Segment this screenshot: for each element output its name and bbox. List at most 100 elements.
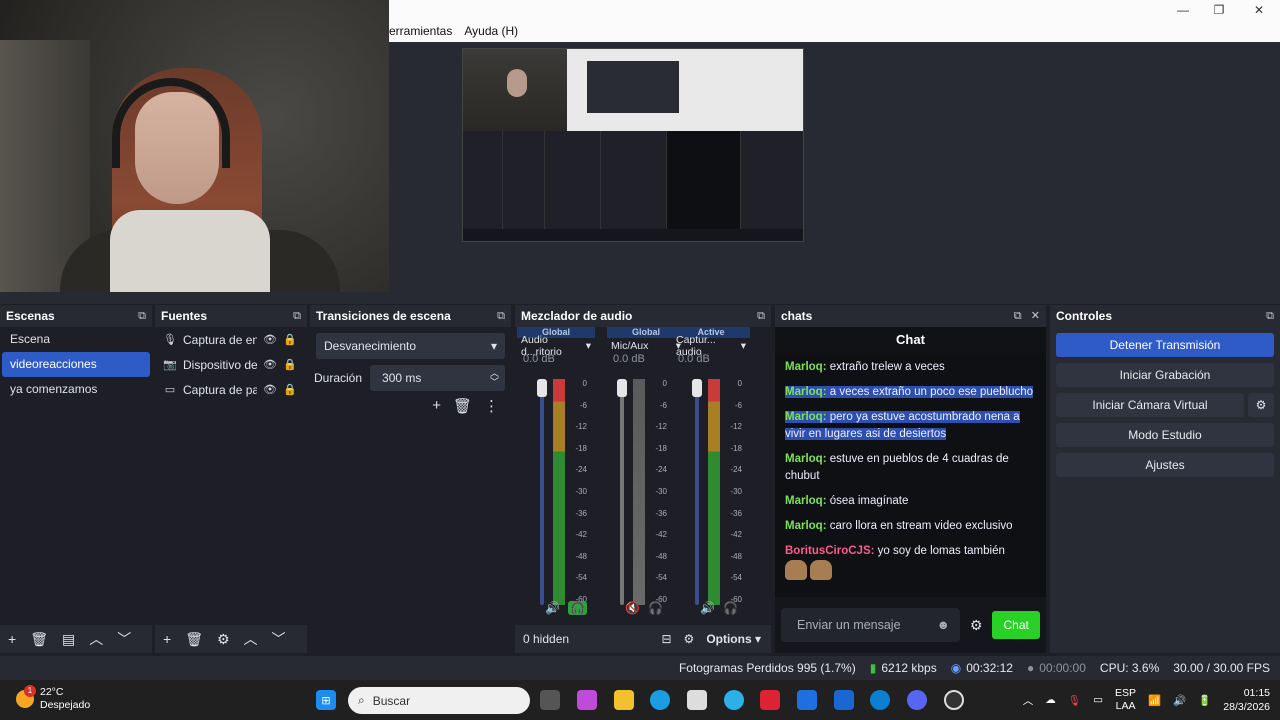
- filter-icon[interactable]: ▤: [62, 631, 75, 648]
- source-item[interactable]: 📷 Dispositivo de 👁 🔒: [155, 352, 307, 377]
- layout-icon[interactable]: ⊟: [661, 632, 671, 646]
- undock-icon[interactable]: ⧉: [1014, 310, 1022, 322]
- scene-item[interactable]: Escena: [2, 327, 150, 352]
- volume-icon[interactable]: 🔊: [1173, 694, 1186, 707]
- volume-knob[interactable]: [537, 379, 547, 397]
- clock[interactable]: 01:15 28/3/2026: [1223, 686, 1270, 714]
- headphones-icon[interactable]: 🎧: [648, 601, 663, 615]
- wifi-icon[interactable]: 📶: [1148, 694, 1161, 707]
- volume-knob[interactable]: [692, 379, 702, 397]
- chat-username[interactable]: Marloq: [785, 411, 823, 423]
- volume-knob[interactable]: [617, 379, 627, 397]
- language-indicator[interactable]: ESP LAA: [1115, 687, 1136, 713]
- battery-icon[interactable]: ▭: [1093, 694, 1103, 706]
- chrome-icon[interactable]: [724, 690, 744, 710]
- mcafee-icon[interactable]: [760, 690, 780, 710]
- lock-icon[interactable]: 🔒: [283, 333, 297, 346]
- lock-icon[interactable]: 🔒: [283, 358, 297, 371]
- eye-icon[interactable]: 👁: [263, 358, 277, 371]
- copilot-icon[interactable]: [577, 690, 597, 710]
- gear-icon[interactable]: ⚙: [970, 617, 983, 634]
- scene-item[interactable]: ya comenzamos: [2, 377, 150, 402]
- chat-username[interactable]: Marloq: [785, 495, 823, 507]
- volume-slider[interactable]: [695, 379, 699, 605]
- hp-icon[interactable]: [870, 690, 890, 710]
- chat-username[interactable]: Marloq: [785, 453, 823, 465]
- undock-icon[interactable]: ⧉: [497, 310, 505, 323]
- lock-icon[interactable]: 🔒: [283, 383, 297, 396]
- emoji-icon[interactable]: ☻: [937, 618, 950, 632]
- move-down-icon[interactable]: ﹀: [117, 629, 131, 649]
- undock-icon[interactable]: ⧉: [1266, 310, 1274, 323]
- gear-icon[interactable]: ⚙: [1248, 393, 1274, 417]
- trash-icon[interactable]: 🗑: [453, 397, 472, 415]
- chat-username[interactable]: Marloq: [785, 386, 823, 398]
- chat-message-input[interactable]: Enviar un mensaje ☻: [781, 608, 960, 642]
- chevron-up-icon[interactable]: ︿: [1023, 693, 1034, 708]
- add-icon[interactable]: +: [432, 397, 441, 415]
- dropbox-icon[interactable]: [797, 690, 817, 710]
- minimize-button[interactable]: —: [1164, 0, 1202, 20]
- discord-icon[interactable]: [907, 690, 927, 710]
- store-icon[interactable]: [687, 690, 707, 710]
- undock-icon[interactable]: ⧉: [757, 310, 765, 323]
- windows-start-icon[interactable]: ⊞: [316, 690, 336, 710]
- speaker-icon[interactable]: 🔊: [700, 601, 715, 615]
- trash-icon[interactable]: 🗑: [30, 631, 48, 648]
- task-view-icon[interactable]: [540, 690, 560, 710]
- spin-arrows-icon[interactable]: ︿ ﹀: [490, 369, 499, 387]
- start-recording-button[interactable]: Iniciar Grabación: [1056, 363, 1274, 387]
- eye-icon[interactable]: 👁: [263, 383, 277, 396]
- file-explorer-icon[interactable]: [614, 690, 634, 710]
- scene-item-selected[interactable]: videoreacciones: [2, 352, 150, 377]
- channel-name-dropdown[interactable]: Audio d...ritorio ▾: [517, 334, 595, 358]
- eye-icon[interactable]: 👁: [263, 333, 277, 346]
- source-item[interactable]: ▭ Captura de par 👁 🔒: [155, 377, 307, 402]
- battery-status-icon[interactable]: 🔋: [1198, 694, 1211, 707]
- mic-icon[interactable]: 🎙: [1068, 694, 1081, 707]
- source-item[interactable]: 🎙 Captura de ent 👁 🔒: [155, 327, 307, 352]
- trash-icon[interactable]: 🗑: [185, 631, 203, 648]
- weather-widget[interactable]: 1 22°C Despejado: [16, 685, 90, 712]
- edge-icon[interactable]: [650, 690, 670, 710]
- settings-button[interactable]: Ajustes: [1056, 453, 1274, 477]
- duration-spinbox[interactable]: 300 ms ︿ ﹀: [370, 365, 505, 391]
- undock-icon[interactable]: ⧉: [293, 310, 301, 323]
- mail-icon[interactable]: [834, 690, 854, 710]
- options-button[interactable]: Options ▾: [706, 632, 761, 646]
- volume-slider[interactable]: [540, 379, 544, 605]
- transition-select[interactable]: Desvanecimiento ▾: [316, 333, 505, 359]
- channel-name-dropdown[interactable]: Captur... audio ▾: [672, 334, 750, 358]
- obs-icon[interactable]: [944, 690, 964, 710]
- chat-username[interactable]: BoritusCiroCJS: [785, 545, 871, 557]
- chat-username[interactable]: Marloq: [785, 520, 823, 532]
- close-icon[interactable]: ✕: [1031, 310, 1040, 322]
- speaker-icon[interactable]: 🔊: [545, 601, 560, 615]
- studio-mode-button[interactable]: Modo Estudio: [1056, 423, 1274, 447]
- move-down-icon[interactable]: ﹀: [272, 629, 286, 649]
- headphones-icon[interactable]: 🎧: [723, 601, 738, 615]
- menu-item-tools[interactable]: erramientas: [389, 24, 452, 38]
- undock-icon[interactable]: ⧉: [138, 310, 146, 323]
- muted-speaker-icon[interactable]: 🔇: [625, 601, 640, 615]
- move-up-icon[interactable]: ︿: [244, 629, 258, 649]
- add-icon[interactable]: +: [8, 631, 16, 647]
- headphones-icon[interactable]: 🎧: [567, 601, 587, 615]
- chat-send-button[interactable]: Chat: [992, 611, 1040, 639]
- cloud-icon[interactable]: ☁: [1045, 694, 1056, 706]
- move-up-icon[interactable]: ︿: [89, 629, 103, 649]
- menu-item-help[interactable]: Ayuda (H): [464, 24, 518, 38]
- more-options-icon[interactable]: ⋮: [484, 397, 499, 415]
- maximize-button[interactable]: ❐: [1200, 0, 1238, 20]
- advanced-audio-icon[interactable]: ⚙: [684, 632, 695, 646]
- chat-username[interactable]: Marloq: [785, 361, 823, 373]
- start-virtual-camera-button[interactable]: Iniciar Cámara Virtual: [1056, 393, 1244, 417]
- stop-streaming-button[interactable]: Detener Transmisión: [1056, 333, 1274, 357]
- add-icon[interactable]: +: [163, 631, 171, 647]
- taskbar-search[interactable]: ⌕ Buscar: [348, 687, 530, 714]
- record-icon: ●: [1026, 661, 1035, 675]
- gear-icon[interactable]: ⚙: [217, 631, 230, 648]
- hidden-count[interactable]: 0 hidden: [523, 632, 569, 646]
- close-window-button[interactable]: ✕: [1240, 0, 1278, 20]
- volume-slider[interactable]: [620, 379, 624, 605]
